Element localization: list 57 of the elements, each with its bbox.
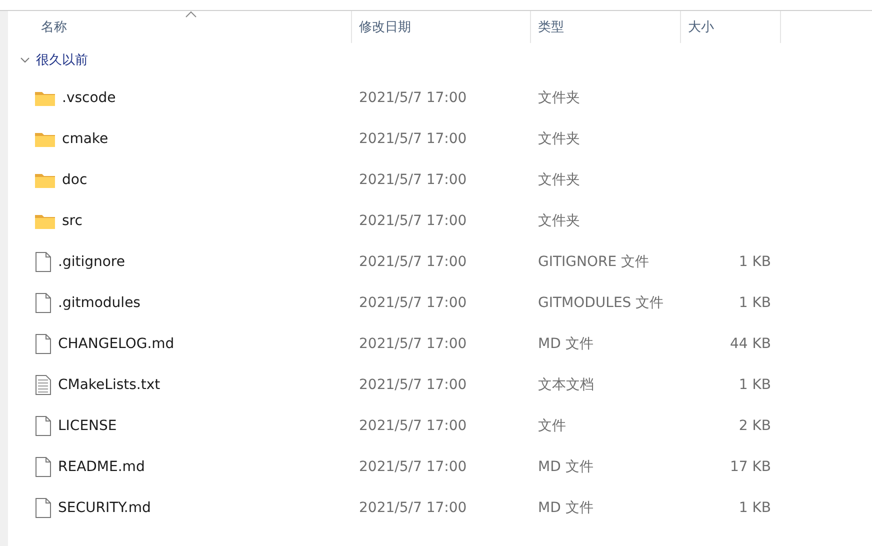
date-cell-text: 2021/5/7 17:00 bbox=[358, 294, 468, 310]
file-icon bbox=[35, 498, 51, 518]
date-cell-text: 2021/5/7 17:00 bbox=[358, 418, 468, 434]
file-name[interactable]: .gitignore bbox=[58, 254, 125, 270]
size-cell-text: 1 KB bbox=[738, 500, 772, 516]
date-cell-text: 2021/5/7 17:00 bbox=[358, 130, 468, 146]
file-name[interactable]: CHANGELOG.md bbox=[58, 336, 174, 352]
column-header[interactable]: 类型 bbox=[531, 11, 681, 43]
file-icon bbox=[35, 416, 51, 436]
date-cell-text: 2021/5/7 17:00 bbox=[358, 90, 468, 106]
folder-icon bbox=[35, 172, 55, 188]
type-cell-text: 文件夹 bbox=[537, 130, 581, 148]
type-cell-text: GITIGNORE 文件 bbox=[537, 252, 650, 270]
size-cell-text: 1 KB bbox=[738, 294, 772, 310]
file-name[interactable]: src bbox=[62, 212, 82, 228]
size-cell-text: 1 KB bbox=[738, 254, 772, 270]
date-cell-text: 2021/5/7 17:00 bbox=[358, 376, 468, 392]
column-header[interactable]: 大小 bbox=[681, 11, 781, 43]
file-name[interactable]: .gitmodules bbox=[58, 294, 140, 310]
date-cell-text: 2021/5/7 17:00 bbox=[358, 458, 468, 474]
text-file-icon bbox=[35, 374, 51, 394]
date-cell-text: 2021/5/7 17:00 bbox=[358, 500, 468, 516]
type-cell-text: MD 文件 bbox=[537, 498, 594, 516]
file-name[interactable]: cmake bbox=[62, 130, 108, 146]
file-icon bbox=[35, 334, 51, 354]
file-name[interactable]: .vscode bbox=[62, 90, 116, 106]
file-name[interactable]: doc bbox=[62, 172, 88, 188]
size-cell-text: 17 KB bbox=[728, 458, 772, 474]
folder-icon bbox=[35, 130, 55, 146]
size-cell-text: 2 KB bbox=[738, 418, 772, 434]
type-cell-text: 文本文档 bbox=[537, 376, 595, 394]
date-cell-text: 2021/5/7 17:00 bbox=[358, 172, 468, 188]
file-name[interactable]: README.md bbox=[58, 458, 145, 474]
type-cell-text: 文件夹 bbox=[537, 170, 581, 188]
column-header[interactable]: 名称 bbox=[8, 11, 352, 43]
folder-icon bbox=[35, 90, 55, 106]
type-cell-text: 文件夹 bbox=[537, 212, 581, 230]
date-cell-text: 2021/5/7 17:00 bbox=[358, 212, 468, 228]
file-name[interactable]: SECURITY.md bbox=[58, 500, 151, 516]
type-cell-text: 文件夹 bbox=[537, 88, 581, 106]
column-header[interactable]: 修改日期 bbox=[352, 11, 531, 43]
date-cell-text: 2021/5/7 17:00 bbox=[358, 254, 468, 270]
size-cell-text: 1 KB bbox=[738, 376, 772, 392]
file-icon bbox=[35, 456, 51, 476]
file-icon bbox=[35, 252, 51, 272]
file-icon bbox=[35, 292, 51, 312]
file-name[interactable]: LICENSE bbox=[58, 418, 117, 434]
type-cell-text: MD 文件 bbox=[537, 458, 594, 476]
chevron-icon[interactable] bbox=[20, 55, 30, 65]
type-cell-text: MD 文件 bbox=[537, 334, 594, 352]
type-cell-text: 文件 bbox=[537, 416, 567, 434]
date-cell-text: 2021/5/7 17:00 bbox=[358, 336, 468, 352]
folder-icon bbox=[35, 212, 55, 228]
file-name[interactable]: CMakeLists.txt bbox=[58, 376, 160, 392]
size-cell-text: 44 KB bbox=[728, 336, 772, 352]
group-label: 很久以前 bbox=[36, 52, 88, 69]
type-cell-text: GITMODULES 文件 bbox=[537, 294, 665, 312]
